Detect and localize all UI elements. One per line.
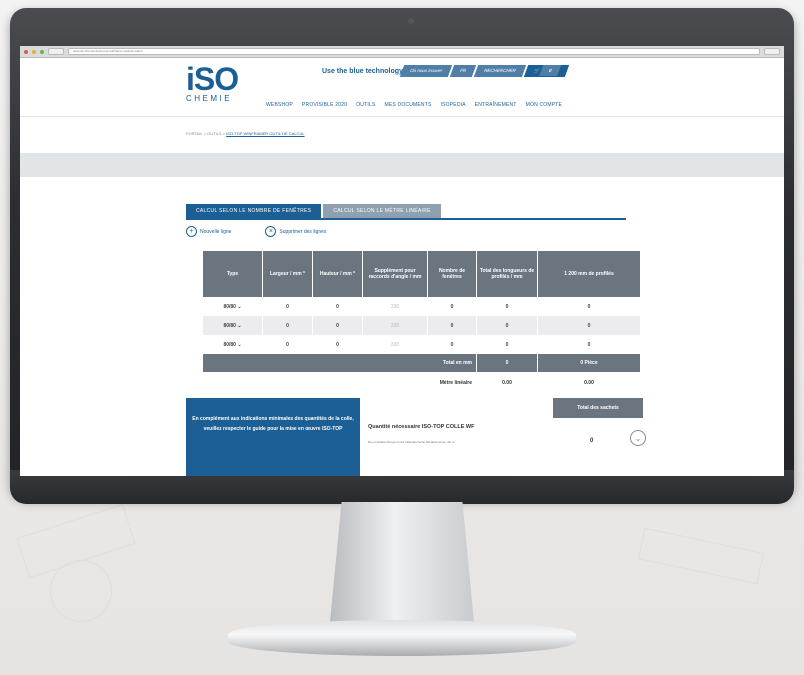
- glue-note: En complément aux indications minimales …: [186, 398, 360, 476]
- calculation-table: Type Largeur / mm * Hauteur / mm * Suppl…: [203, 251, 641, 394]
- nav-webshop[interactable]: WEBSHOP: [266, 102, 293, 108]
- glue-section: En complément aux indications minimales …: [186, 398, 646, 476]
- type-select[interactable]: 80/80 ⌄: [203, 335, 263, 354]
- minimize-window-icon[interactable]: [32, 49, 36, 54]
- browser-toolbar: www.iso-chemie.de/iso-top-winframer-outi…: [20, 46, 784, 58]
- delete-lines-label: Supprimer des lignes: [279, 228, 327, 235]
- nav-mes-documents[interactable]: MES DOCUMENTS: [384, 102, 431, 108]
- metre-value: 0.00: [476, 372, 538, 394]
- close-icon: ×: [265, 226, 277, 237]
- add-line-label: Nouvelle ligne: [200, 228, 232, 235]
- delete-lines-button[interactable]: × Supprimer des lignes: [265, 226, 326, 237]
- column-header: Supplément pour raccords d'angle / mm: [362, 251, 428, 297]
- calculator: CALCUL SELON LE NOMBRE DE FENÊTRES CALCU…: [186, 204, 646, 476]
- table-row: 80/80 ⌄ 0 0 330 0 0 0: [203, 335, 641, 354]
- row-actions: + Nouvelle ligne × Supprimer des lignes: [186, 226, 626, 237]
- metre-row: Mètre linéaire 0.00 0.00: [203, 372, 641, 394]
- total-length-value: 0: [476, 297, 538, 316]
- column-header: Largeur / mm *: [262, 251, 313, 297]
- total-length-value: 0: [476, 316, 538, 335]
- sachets-value: 0: [590, 438, 594, 444]
- breadcrumb-current[interactable]: ISO-TOP WINFRAMER OUTIL DE CALCUL: [226, 131, 304, 136]
- width-input[interactable]: 0: [262, 335, 313, 354]
- nav-outils[interactable]: OUTILS: [356, 102, 375, 108]
- monitor-stand-base: [228, 620, 576, 656]
- window-count-input[interactable]: 0: [427, 316, 477, 335]
- window-count-input[interactable]: 0: [427, 297, 477, 316]
- logo-mark: iSO: [186, 61, 239, 97]
- grey-banner: [20, 153, 784, 177]
- tagline: Use the blue technology.: [322, 68, 405, 75]
- type-select[interactable]: 80/80 ⌄: [203, 316, 263, 335]
- sachets-header: Total des sachets: [553, 398, 643, 418]
- height-input[interactable]: 0: [312, 335, 363, 354]
- table-header-row: Type Largeur / mm * Hauteur / mm * Suppl…: [203, 251, 641, 297]
- maximize-window-icon[interactable]: [40, 49, 44, 54]
- nav-isopedia[interactable]: ISOPEDIA: [441, 102, 466, 108]
- nav-entrainement[interactable]: ENTRAÎNEMENT: [475, 102, 517, 108]
- browser-search-box[interactable]: [764, 48, 780, 55]
- total-piece-value: 0 Pièce: [537, 354, 641, 372]
- quantity-subtext: Die ermittelte Menge ist die kalkulatori…: [368, 440, 455, 444]
- width-input[interactable]: 0: [262, 297, 313, 316]
- window-count-input[interactable]: 0: [427, 335, 477, 354]
- add-line-button[interactable]: + Nouvelle ligne: [186, 226, 231, 237]
- height-input[interactable]: 0: [312, 316, 363, 335]
- width-input[interactable]: 0: [262, 316, 313, 335]
- quantity-label: Quantité nécessaire ISO-TOP COLLE WF: [368, 424, 475, 430]
- column-header: Total des longueurs de profilés / mm: [476, 251, 538, 297]
- site-header: iSO CHEMIE Use the blue technology. Où n…: [20, 58, 784, 116]
- breadcrumb-prefix[interactable]: PORTAIL > OUTILS >: [186, 131, 226, 136]
- monitor-stand-neck: [330, 502, 474, 622]
- nav-provisible[interactable]: PROVISIBLE 2020: [302, 102, 347, 108]
- address-bar[interactable]: www.iso-chemie.de/iso-top-winframer-outi…: [68, 48, 760, 55]
- total-label: Total en mm: [203, 354, 477, 372]
- background-sketch: [50, 560, 112, 622]
- language-selector[interactable]: FR: [450, 65, 477, 77]
- metre-label: Mètre linéaire: [203, 372, 477, 394]
- type-select[interactable]: 80/80 ⌄: [203, 297, 263, 316]
- column-header: 1 200 mm de profilés: [537, 251, 641, 297]
- background-sketch: [638, 527, 764, 585]
- back-button[interactable]: [48, 48, 64, 55]
- tab-by-linear-metre[interactable]: CALCUL SELON LE MÈTRE LINÉAIRE: [323, 204, 441, 218]
- camera-dot: [408, 18, 414, 24]
- screen: www.iso-chemie.de/iso-top-winframer-outi…: [20, 46, 784, 476]
- total-length-value: 0: [476, 335, 538, 354]
- supplement-input[interactable]: 330: [362, 297, 428, 316]
- search-box[interactable]: RECHERCHER: [474, 65, 527, 77]
- cart-button[interactable]: 🛒 0: [523, 65, 570, 77]
- nav-mon-compte[interactable]: MON COMPTE: [526, 102, 562, 108]
- logo-subtitle: CHEMIE: [186, 94, 233, 103]
- cart-count: 0: [539, 65, 562, 76]
- profiles-value: 0: [537, 316, 641, 335]
- profiles-value: 0: [537, 335, 641, 354]
- top-utility-bar: Où nous trouver FR RECHERCHER 🛒 0: [399, 65, 570, 77]
- metre-piece-value: 0.00: [537, 372, 641, 394]
- chevron-down-icon[interactable]: ⌄: [630, 430, 646, 446]
- column-header: Type: [203, 251, 263, 297]
- supplement-input[interactable]: 330: [362, 335, 428, 354]
- breadcrumb: PORTAIL > OUTILS > ISO-TOP WINFRAMER OUT…: [20, 117, 784, 143]
- calculator-tabs: CALCUL SELON LE NOMBRE DE FENÊTRES CALCU…: [186, 204, 626, 220]
- height-input[interactable]: 0: [312, 297, 363, 316]
- plus-icon: +: [186, 226, 197, 237]
- iso-chemie-logo[interactable]: iSO CHEMIE: [186, 61, 239, 103]
- table-row: 80/80 ⌄ 0 0 330 0 0 0: [203, 297, 641, 316]
- close-window-icon[interactable]: [24, 49, 28, 54]
- column-header: Hauteur / mm *: [312, 251, 363, 297]
- profiles-value: 0: [537, 297, 641, 316]
- tab-by-windows[interactable]: CALCUL SELON LE NOMBRE DE FENÊTRES: [186, 204, 322, 218]
- total-row: Total en mm 0 0 Pièce: [203, 354, 641, 372]
- supplement-input[interactable]: 330: [362, 316, 428, 335]
- store-locator-link[interactable]: Où nous trouver: [399, 65, 453, 77]
- column-header: Nombre de fenêtres: [427, 251, 477, 297]
- table-row: 80/80 ⌄ 0 0 330 0 0 0: [203, 316, 641, 335]
- total-value: 0: [476, 354, 538, 372]
- main-nav: WEBSHOP PROVISIBLE 2020 OUTILS MES DOCUM…: [266, 102, 562, 108]
